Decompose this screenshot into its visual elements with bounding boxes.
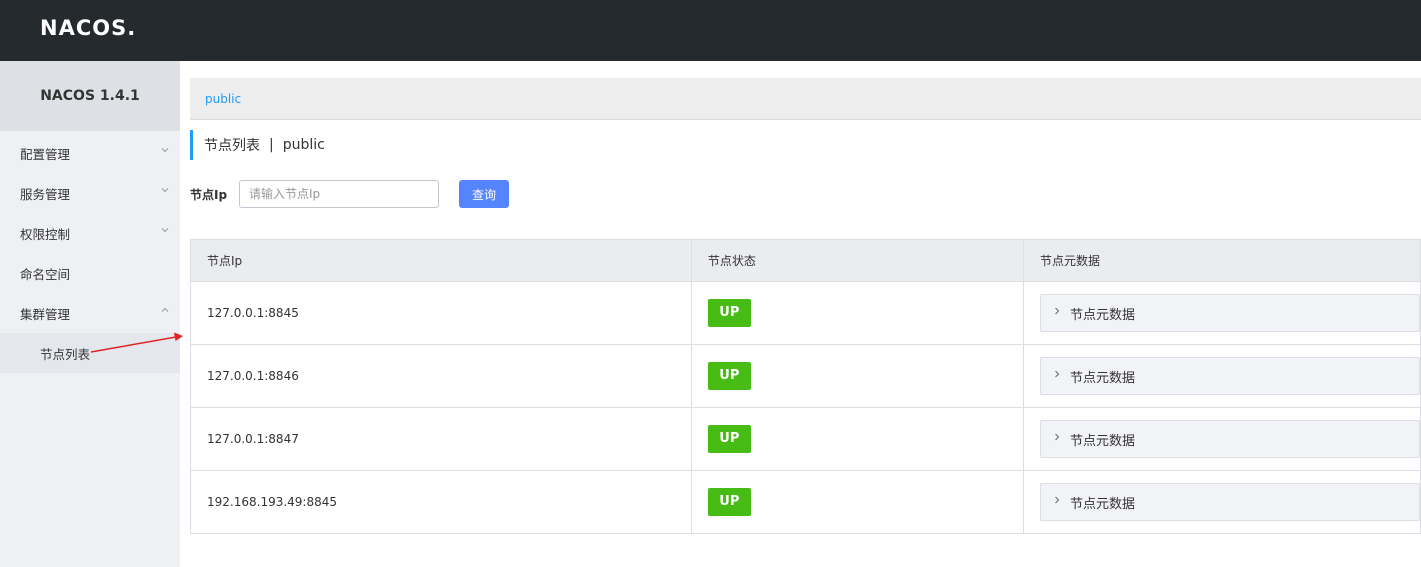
metadata-collapse[interactable]: 节点元数据 (1039, 357, 1420, 395)
sidebar-item-label: 服务管理 (20, 186, 71, 202)
namespace-breadcrumb: public (190, 78, 1421, 120)
search-bar: 节点Ip 查询 (190, 180, 509, 208)
sidebar-item-namespace[interactable]: 命名空间 (0, 253, 180, 293)
top-navbar: NACOS. (0, 0, 1421, 61)
metadata-collapse[interactable]: 节点元数据 (1039, 294, 1420, 332)
metadata-label: 节点元数据 (1069, 496, 1135, 512)
metadata-collapse[interactable]: 节点元数据 (1039, 420, 1420, 458)
chevron-down-icon (161, 228, 169, 233)
node-metadata-cell: 节点元数据 (1023, 470, 1421, 534)
status-badge: UP (707, 299, 751, 327)
table-row: 127.0.0.1:8845 UP 节点元数据 (190, 281, 1421, 345)
chevron-right-icon (1055, 370, 1060, 378)
node-status-cell: UP (691, 281, 1024, 345)
sidebar-menu: 配置管理 服务管理 权限控制 命名空间 集群管理 节点列表 (0, 133, 180, 373)
search-button[interactable]: 查询 (459, 180, 509, 208)
chevron-right-icon (1055, 307, 1060, 315)
page-title-text: 节点列表 (204, 138, 260, 154)
metadata-label: 节点元数据 (1069, 307, 1135, 323)
node-ip-input[interactable] (239, 180, 439, 208)
search-label: 节点Ip (190, 187, 228, 202)
sidebar-item-label: 命名空间 (20, 266, 71, 282)
sidebar-item-service[interactable]: 服务管理 (0, 173, 180, 213)
page-title-namespace: public (282, 137, 325, 153)
chevron-down-icon (161, 148, 169, 153)
chevron-up-icon (161, 307, 169, 312)
main-content: public 节点列表 | public 节点Ip 查询 节点Ip 节点状态 节… (190, 78, 1421, 534)
metadata-label: 节点元数据 (1069, 433, 1135, 449)
column-header-status: 节点状态 (691, 239, 1024, 282)
column-header-metadata: 节点元数据 (1023, 239, 1421, 282)
status-badge: UP (707, 488, 751, 516)
node-status-cell: UP (691, 470, 1024, 534)
node-metadata-cell: 节点元数据 (1023, 281, 1421, 345)
status-badge: UP (707, 362, 751, 390)
chevron-right-icon (1055, 433, 1060, 441)
table-row: 192.168.193.49:8845 UP 节点元数据 (190, 470, 1421, 534)
status-badge: UP (707, 425, 751, 453)
node-status-cell: UP (691, 344, 1024, 408)
chevron-right-icon (1055, 496, 1060, 504)
table-header-row: 节点Ip 节点状态 节点元数据 (190, 239, 1421, 282)
node-ip-cell: 192.168.193.49:8845 (190, 470, 692, 534)
node-ip-cell: 127.0.0.1:8846 (190, 344, 692, 408)
sidebar-item-label: 权限控制 (20, 226, 71, 242)
title-separator: | (269, 137, 274, 153)
namespace-link[interactable]: public (205, 92, 241, 106)
metadata-label: 节点元数据 (1069, 370, 1135, 386)
sidebar-subitem-label: 节点列表 (40, 346, 91, 362)
logo-text: NACOS. (40, 16, 137, 40)
sidebar: NACOS 1.4.1 配置管理 服务管理 权限控制 命名空间 集群管理 节点列… (0, 61, 180, 567)
node-status-cell: UP (691, 407, 1024, 471)
metadata-collapse[interactable]: 节点元数据 (1039, 483, 1420, 521)
node-metadata-cell: 节点元数据 (1023, 344, 1421, 408)
column-header-ip: 节点Ip (190, 239, 692, 282)
nacos-logo[interactable]: NACOS. (40, 14, 136, 42)
table-row: 127.0.0.1:8846 UP 节点元数据 (190, 344, 1421, 408)
node-ip-cell: 127.0.0.1:8847 (190, 407, 692, 471)
sidebar-item-config[interactable]: 配置管理 (0, 133, 180, 173)
page-title: 节点列表 | public (190, 130, 1421, 160)
sidebar-subitem-node-list[interactable]: 节点列表 (0, 333, 180, 373)
chevron-down-icon (161, 188, 169, 193)
node-table: 节点Ip 节点状态 节点元数据 127.0.0.1:8845 UP 节点元数据 … (190, 239, 1421, 534)
table-row: 127.0.0.1:8847 UP 节点元数据 (190, 407, 1421, 471)
sidebar-item-label: 集群管理 (20, 306, 71, 322)
node-ip-cell: 127.0.0.1:8845 (190, 281, 692, 345)
node-metadata-cell: 节点元数据 (1023, 407, 1421, 471)
sidebar-item-auth[interactable]: 权限控制 (0, 213, 180, 253)
sidebar-item-label: 配置管理 (20, 146, 71, 162)
sidebar-item-cluster[interactable]: 集群管理 (0, 293, 180, 333)
sidebar-version: NACOS 1.4.1 (0, 61, 180, 131)
